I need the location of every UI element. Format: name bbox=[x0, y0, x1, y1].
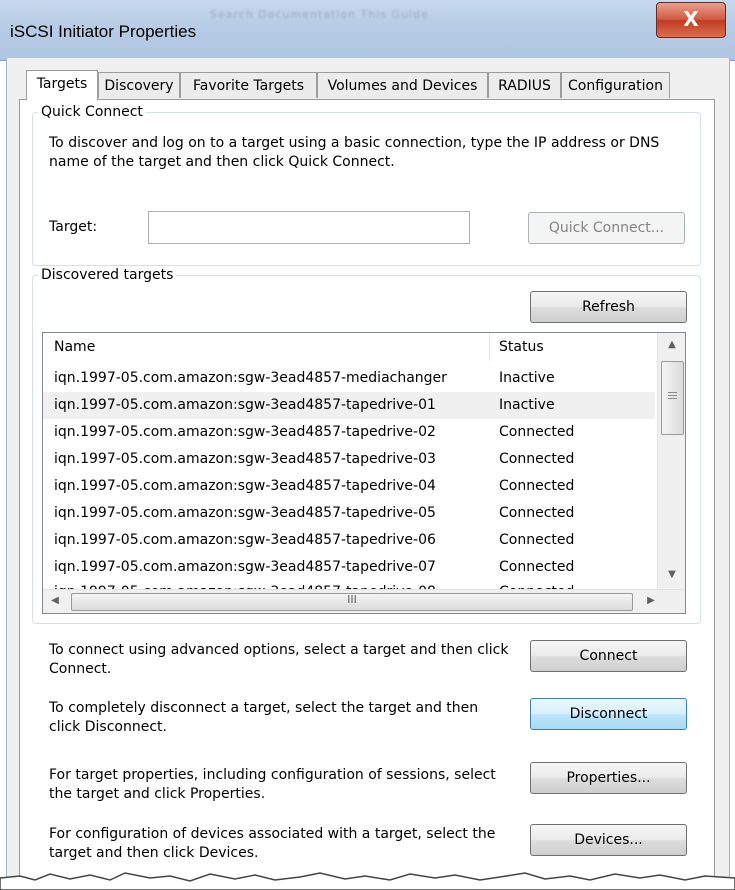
vertical-scrollbar[interactable]: ▲ ▼ bbox=[657, 333, 685, 589]
tab-configuration[interactable]: Configuration bbox=[561, 72, 670, 98]
scroll-grip: III bbox=[347, 593, 357, 606]
background-blurred-text: Search Documentation This Guide bbox=[210, 8, 429, 21]
disconnect-button[interactable]: Disconnect bbox=[530, 698, 687, 730]
target-status: Connected bbox=[499, 424, 575, 440]
discovered-targets-group-label: Discovered targets bbox=[41, 267, 174, 283]
tab-favorite-targets[interactable]: Favorite Targets bbox=[180, 72, 317, 98]
table-row-selected[interactable]: iqn.1997-05.com.amazon:sgw-3ead4857-tape… bbox=[43, 392, 655, 419]
title-bar[interactable]: Search Documentation This Guide iSCSI In… bbox=[0, 0, 735, 61]
disconnect-description: To completely disconnect a target, selec… bbox=[49, 700, 479, 735]
scroll-down-icon[interactable]: ▼ bbox=[658, 569, 685, 580]
target-status: Inactive bbox=[499, 370, 555, 386]
target-status: Connected bbox=[499, 478, 575, 494]
devices-description: For configuration of devices associated … bbox=[49, 826, 496, 861]
table-row[interactable]: iqn.1997-05.com.amazon:sgw-3ead4857-tape… bbox=[43, 446, 655, 473]
quick-connect-description: To discover and log on to a target using… bbox=[49, 135, 660, 170]
close-button[interactable]: X bbox=[656, 2, 726, 38]
devices-button[interactable]: Devices... bbox=[530, 824, 687, 856]
target-name: iqn.1997-05.com.amazon:sgw-3ead4857-medi… bbox=[54, 370, 447, 386]
quick-connect-group-label: Quick Connect bbox=[41, 104, 143, 120]
table-row[interactable]: iqn.1997-05.com.amazon:sgw-3ead4857-tape… bbox=[43, 554, 655, 581]
column-header-status[interactable]: Status bbox=[499, 333, 544, 361]
tab-targets[interactable]: Targets bbox=[26, 70, 98, 100]
table-row[interactable]: iqn.1997-05.com.amazon:sgw-3ead4857-tape… bbox=[43, 527, 655, 554]
tab-volumes-and-devices[interactable]: Volumes and Devices bbox=[317, 72, 488, 98]
refresh-button[interactable]: Refresh bbox=[530, 291, 687, 323]
table-row[interactable]: iqn.1997-05.com.amazon:sgw-3ead4857-tape… bbox=[43, 419, 655, 446]
tab-discovery[interactable]: Discovery bbox=[98, 72, 180, 98]
target-name: iqn.1997-05.com.amazon:sgw-3ead4857-tape… bbox=[54, 559, 436, 575]
properties-button[interactable]: Properties... bbox=[530, 762, 687, 794]
target-status: Connected bbox=[499, 451, 575, 467]
target-status: Inactive bbox=[499, 397, 555, 413]
properties-description: For target properties, including configu… bbox=[49, 767, 496, 802]
dialog-window: Search Documentation This Guide iSCSI In… bbox=[0, 0, 735, 890]
window-title: iSCSI Initiator Properties bbox=[10, 22, 197, 41]
target-status: Connected bbox=[499, 559, 575, 575]
target-label: Target: bbox=[49, 219, 98, 235]
column-divider[interactable] bbox=[489, 333, 490, 361]
tab-radius[interactable]: RADIUS bbox=[488, 72, 561, 98]
horizontal-scrollbar[interactable]: ◀ III ▶ bbox=[43, 589, 685, 613]
connect-button[interactable]: Connect bbox=[530, 640, 687, 672]
target-name: iqn.1997-05.com.amazon:sgw-3ead4857-tape… bbox=[54, 424, 436, 440]
target-input[interactable] bbox=[148, 211, 470, 244]
vertical-scroll-thumb[interactable] bbox=[661, 361, 684, 435]
scroll-left-icon[interactable]: ◀ bbox=[47, 595, 63, 606]
target-status: Connected bbox=[499, 505, 575, 521]
target-name: iqn.1997-05.com.amazon:sgw-3ead4857-tape… bbox=[54, 505, 436, 521]
horizontal-scroll-thumb[interactable]: III bbox=[71, 593, 633, 611]
target-name: iqn.1997-05.com.amazon:sgw-3ead4857-tape… bbox=[54, 397, 436, 413]
target-name: iqn.1997-05.com.amazon:sgw-3ead4857-tape… bbox=[54, 451, 436, 467]
quick-connect-button[interactable]: Quick Connect... bbox=[528, 212, 685, 244]
torn-edge-decoration bbox=[0, 872, 735, 890]
target-name: iqn.1997-05.com.amazon:sgw-3ead4857-tape… bbox=[54, 478, 436, 494]
table-row[interactable]: iqn.1997-05.com.amazon:sgw-3ead4857-medi… bbox=[43, 365, 655, 392]
scrollbar-corner bbox=[657, 590, 685, 613]
target-status: Connected bbox=[499, 532, 575, 548]
target-name: iqn.1997-05.com.amazon:sgw-3ead4857-tape… bbox=[54, 532, 436, 548]
table-row[interactable]: iqn.1997-05.com.amazon:sgw-3ead4857-tape… bbox=[43, 500, 655, 527]
scroll-up-icon[interactable]: ▲ bbox=[658, 339, 685, 350]
table-row[interactable]: iqn.1997-05.com.amazon:sgw-3ead4857-tape… bbox=[43, 473, 655, 500]
connect-description: To connect using advanced options, selec… bbox=[49, 642, 509, 677]
targets-list[interactable]: Name Status iqn.1997-05.com.amazon:sgw-3… bbox=[42, 332, 686, 614]
column-header-name[interactable]: Name bbox=[54, 333, 95, 361]
